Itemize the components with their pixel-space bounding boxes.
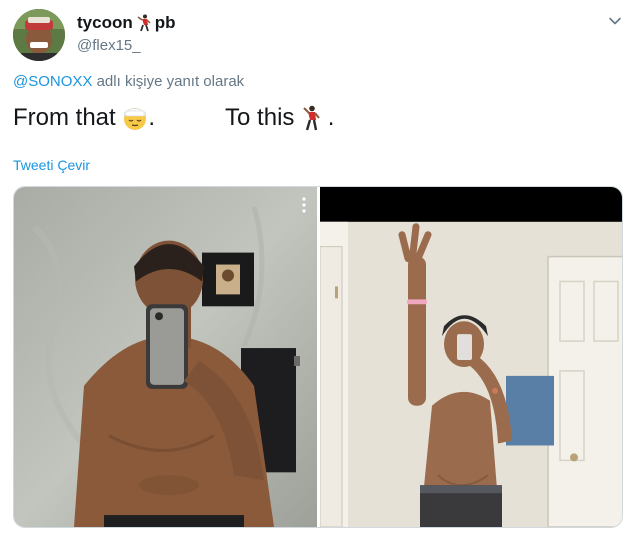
media-photo-before[interactable]: [14, 187, 317, 527]
more-vertical-icon[interactable]: [300, 195, 308, 215]
man-dancing-icon: [303, 105, 320, 131]
display-name[interactable]: tycoon: [77, 13, 133, 33]
tweet-text: From that . To this .: [13, 104, 334, 132]
chevron-down-icon[interactable]: [607, 13, 623, 29]
man-dancing-icon: [137, 14, 151, 32]
tweet-text-part1: From that: [13, 104, 123, 131]
translate-tweet-link[interactable]: Tweeti Çevir: [13, 157, 90, 173]
face-with-head-bandage-icon: [124, 108, 147, 130]
avatar[interactable]: [13, 9, 65, 61]
name-suffix[interactable]: pb: [155, 13, 176, 33]
reply-label: adlı kişiye yanıt olarak: [92, 73, 245, 90]
reply-mention-link[interactable]: @SONOXX: [13, 73, 92, 90]
author-name[interactable]: tycoon pb: [77, 13, 176, 33]
tweet-text-part3: To this: [225, 104, 302, 131]
tweet-text-part4: .: [321, 104, 335, 131]
media-photo-after[interactable]: [320, 187, 623, 527]
reply-context: @SONOXX adlı kişiye yanıt olarak: [13, 73, 244, 90]
user-handle[interactable]: @flex15_: [77, 37, 141, 54]
tweet-media: [13, 186, 623, 528]
tweet-text-part2: .: [148, 104, 156, 131]
